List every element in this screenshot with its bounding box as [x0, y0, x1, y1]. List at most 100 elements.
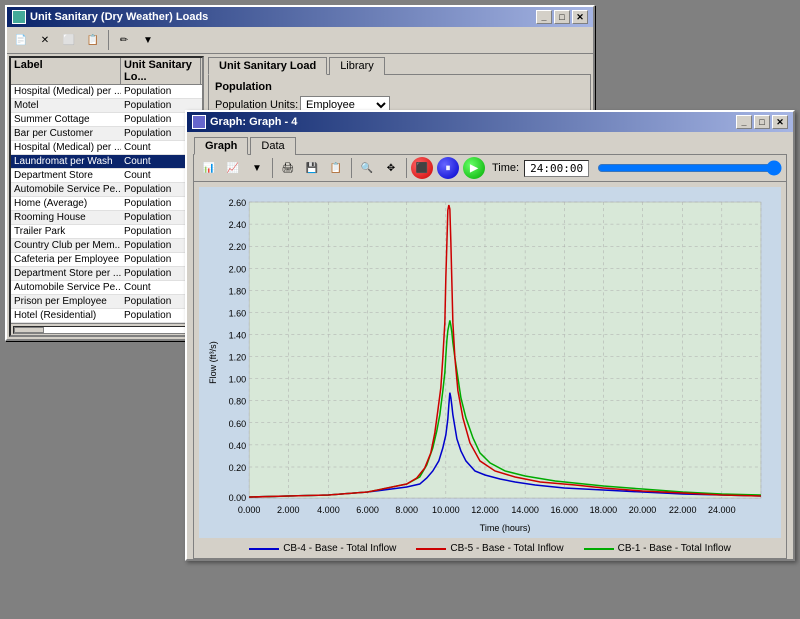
row-usl: Population [121, 85, 201, 98]
stop-button[interactable]: ⬛ [411, 157, 433, 179]
pause-button[interactable]: ⏸ [437, 157, 459, 179]
table-row[interactable]: Rooming House Population [11, 211, 202, 225]
svg-text:14.000: 14.000 [511, 505, 539, 515]
legend-line-cb1 [584, 548, 614, 550]
main-toolbar: 📄 ✕ ⬜ 📋 ✏ ▼ [7, 27, 593, 54]
svg-text:16.000: 16.000 [550, 505, 578, 515]
table-row[interactable]: Automobile Service Pe... Population [11, 183, 202, 197]
pencil-button[interactable]: ✏ [113, 29, 135, 51]
svg-text:2.00: 2.00 [229, 264, 247, 274]
copy-button[interactable]: ⬜ [58, 29, 80, 51]
table-row[interactable]: Summer Cottage Population [11, 113, 202, 127]
svg-text:2.000: 2.000 [277, 505, 300, 515]
graph-tool-dropdown[interactable]: ▼ [246, 157, 268, 179]
minimize-button[interactable]: _ [536, 10, 552, 24]
table-row[interactable]: Home (Average) Population [11, 197, 202, 211]
table-row[interactable]: Country Club per Mem... Population [11, 239, 202, 253]
graph-sep-1 [272, 158, 273, 178]
table-row[interactable]: Hospital (Medical) per ... Population [11, 85, 202, 99]
table-row[interactable]: Department Store Count [11, 169, 202, 183]
main-window-controls: _ □ ✕ [536, 10, 588, 24]
graph-tool-2[interactable]: 📈 [222, 157, 244, 179]
row-label: Rooming House [11, 211, 121, 224]
table-row[interactable]: Hospital (Medical) per ... Count [11, 141, 202, 155]
legend-label-cb5: CB-5 - Base - Total Inflow [450, 543, 563, 554]
svg-text:10.000: 10.000 [432, 505, 460, 515]
tab-unit-sanitary-load[interactable]: Unit Sanitary Load [208, 57, 327, 75]
table-body[interactable]: Hospital (Medical) per ... Population Mo… [11, 85, 202, 323]
time-label: Time: [492, 162, 519, 174]
svg-text:20.000: 20.000 [629, 505, 657, 515]
svg-text:22.000: 22.000 [669, 505, 697, 515]
time-slider[interactable] [597, 160, 782, 176]
graph-svg: 2.60 2.40 2.20 2.00 1.80 1.60 1.40 1.20 … [204, 192, 776, 533]
graph-tool-save[interactable]: 💾 [301, 157, 323, 179]
row-label: Country Club per Mem... [11, 239, 121, 252]
legend-item-cb5: CB-5 - Base - Total Inflow [416, 543, 563, 554]
graph-tool-copy[interactable]: 📋 [325, 157, 347, 179]
table-row[interactable]: Automobile Service Pe... Count [11, 281, 202, 295]
row-label: Laundromat per Wash [11, 155, 121, 168]
scroll-track[interactable] [13, 326, 200, 334]
svg-text:Flow (ft³/s): Flow (ft³/s) [208, 341, 218, 384]
table-row[interactable]: Cafeteria per Employee Population [11, 253, 202, 267]
arrow-button[interactable]: ▼ [137, 29, 159, 51]
paste-button[interactable]: 📋 [82, 29, 104, 51]
graph-tool-pan[interactable]: ✥ [380, 157, 402, 179]
col-label-header: Label [11, 58, 121, 84]
graph-close-button[interactable]: ✕ [772, 115, 788, 129]
row-label: Automobile Service Pe... [11, 281, 121, 294]
svg-text:6.000: 6.000 [356, 505, 379, 515]
table-row[interactable]: Department Store per ... Population [11, 267, 202, 281]
graph-sep-2 [351, 158, 352, 178]
graph-tool-1[interactable]: 📊 [198, 157, 220, 179]
graph-tool-zoom[interactable]: 🔍 [356, 157, 378, 179]
graph-sep-3 [406, 158, 407, 178]
svg-text:2.60: 2.60 [229, 198, 247, 208]
table-row[interactable]: Laundromat per Wash Count [11, 155, 202, 169]
graph-toolbar: 📊 📈 ▼ 🖨 💾 📋 🔍 ✥ ⬛ ⏸ ▶ Time: 24:00:00 [194, 155, 786, 182]
svg-text:1.20: 1.20 [229, 353, 247, 363]
svg-text:1.80: 1.80 [229, 286, 247, 296]
graph-tabs: Graph Data [190, 134, 790, 154]
new-button[interactable]: 📄 [10, 29, 32, 51]
legend-item-cb1: CB-1 - Base - Total Inflow [584, 543, 731, 554]
table-row[interactable]: Trailer Park Population [11, 225, 202, 239]
close-button[interactable]: ✕ [572, 10, 588, 24]
svg-text:18.000: 18.000 [590, 505, 618, 515]
row-label: Home (Average) [11, 197, 121, 210]
section-title: Population [215, 81, 584, 93]
table-row[interactable]: Prison per Employee Population [11, 295, 202, 309]
delete-button[interactable]: ✕ [34, 29, 56, 51]
horizontal-scrollbar[interactable] [11, 323, 202, 335]
table-row[interactable]: Bar per Customer Population [11, 127, 202, 141]
row-label: Department Store [11, 169, 121, 182]
data-table: Label Unit Sanitary Lo... Hospital (Medi… [9, 56, 204, 337]
tab-data[interactable]: Data [250, 137, 295, 155]
svg-text:1.40: 1.40 [229, 331, 247, 341]
graph-window: Graph: Graph - 4 _ □ ✕ Graph Data 📊 📈 ▼ … [185, 110, 795, 561]
play-button[interactable]: ▶ [463, 157, 485, 179]
graph-title-bar: Graph: Graph - 4 _ □ ✕ [187, 112, 793, 132]
row-label: Hospital (Medical) per ... [11, 85, 121, 98]
graph-maximize-button[interactable]: □ [754, 115, 770, 129]
col-usl-header: Unit Sanitary Lo... [121, 58, 201, 84]
svg-text:2.20: 2.20 [229, 242, 247, 252]
svg-text:1.60: 1.60 [229, 308, 247, 318]
graph-window-controls: _ □ ✕ [736, 115, 788, 129]
row-label: Summer Cottage [11, 113, 121, 126]
table-row[interactable]: Hotel (Residential) Population [11, 309, 202, 323]
graph-tool-print[interactable]: 🖨 [277, 157, 299, 179]
table-row[interactable]: Motel Population [11, 99, 202, 113]
scroll-thumb[interactable] [14, 327, 44, 333]
svg-text:1.00: 1.00 [229, 375, 247, 385]
maximize-button[interactable]: □ [554, 10, 570, 24]
tab-graph[interactable]: Graph [194, 137, 248, 155]
main-tabs: Unit Sanitary Load Library [208, 56, 591, 74]
graph-window-icon [192, 115, 206, 129]
tab-library[interactable]: Library [329, 57, 385, 75]
svg-text:0.00: 0.00 [229, 493, 247, 503]
graph-minimize-button[interactable]: _ [736, 115, 752, 129]
row-label: Bar per Customer [11, 127, 121, 140]
main-window-title: Unit Sanitary (Dry Weather) Loads [30, 11, 208, 23]
